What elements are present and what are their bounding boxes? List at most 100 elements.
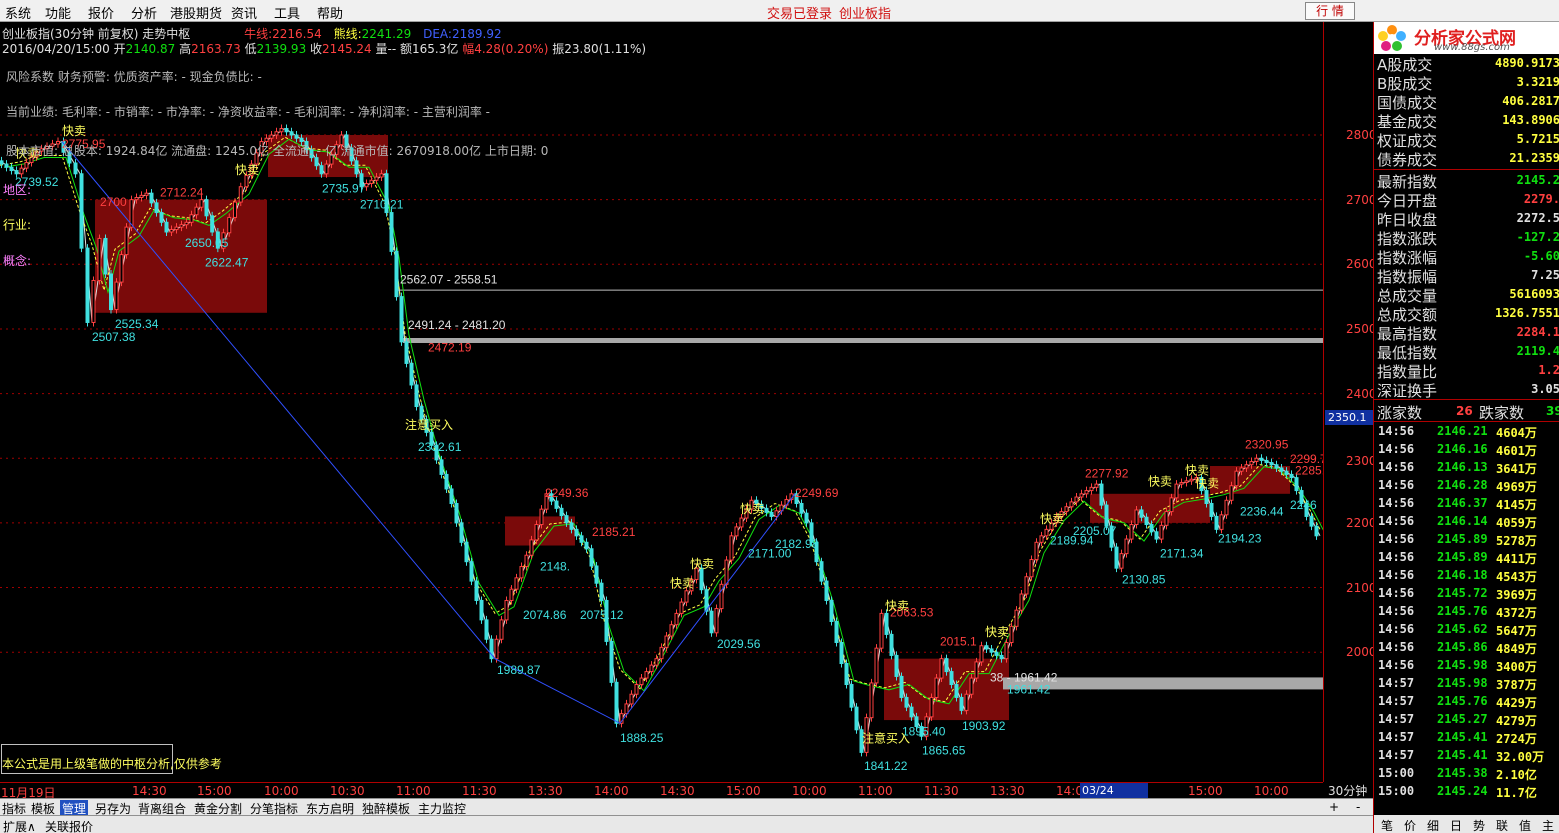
candle-body bbox=[1124, 538, 1129, 555]
high-price-label: 2277.92 bbox=[1085, 467, 1129, 481]
sell-signal-label: 快卖 bbox=[740, 502, 764, 516]
candle-body bbox=[1079, 493, 1084, 498]
candle-body bbox=[834, 620, 839, 644]
low-price-label: 2650.05 bbox=[185, 236, 229, 250]
menu-analysis[interactable]: 分析 bbox=[131, 3, 157, 22]
concept-label: 概念: bbox=[3, 254, 32, 268]
zone-range-label: 38 - 1961.42 bbox=[990, 670, 1058, 684]
right-tab[interactable]: 主 bbox=[1542, 817, 1554, 833]
chart-canvas: 2739.522525.342507.382622.472650.052735.… bbox=[0, 124, 1323, 773]
tick-volume: 4604万 bbox=[1496, 426, 1537, 440]
candle-body bbox=[909, 706, 914, 718]
tick-price: 2145.41 bbox=[1437, 730, 1488, 744]
menu-hk-futures[interactable]: 港股期货 bbox=[170, 3, 222, 22]
right-tab[interactable]: 细 bbox=[1427, 817, 1439, 833]
menu-quote[interactable]: 报价 bbox=[88, 3, 114, 22]
candle-body bbox=[644, 671, 649, 679]
stat-value: 143.8906 bbox=[1502, 113, 1559, 127]
time-tick: 11:30 bbox=[462, 784, 497, 798]
low-value: 2139.93 bbox=[256, 42, 307, 56]
candle-body bbox=[569, 522, 574, 530]
index-stat-value: 5616093 bbox=[1509, 287, 1559, 301]
candle-body bbox=[149, 192, 154, 204]
candle-body bbox=[1214, 515, 1219, 530]
candle-body bbox=[679, 601, 684, 614]
tick-volume: 4601万 bbox=[1496, 444, 1537, 458]
right-tab[interactable]: 值 bbox=[1519, 817, 1531, 833]
zoom-in-button[interactable]: + bbox=[1329, 800, 1339, 814]
up-count-value: 26 bbox=[1456, 404, 1473, 418]
tick-time: 14:57 bbox=[1378, 748, 1415, 762]
candle-body bbox=[244, 174, 249, 188]
right-tab[interactable]: 日 bbox=[1450, 817, 1462, 833]
candle-body bbox=[1039, 535, 1044, 543]
candle-body bbox=[579, 535, 584, 543]
low-price-label: 2236.44 bbox=[1240, 505, 1284, 519]
tick-volume: 3787万 bbox=[1496, 678, 1537, 692]
menu-tools[interactable]: 工具 bbox=[274, 3, 300, 22]
tick-row: 14:57 2145.41 2724万 bbox=[1374, 730, 1559, 748]
candle-body bbox=[484, 619, 489, 640]
quote-toggle-button[interactable]: 行 情 bbox=[1305, 2, 1355, 20]
tick-time: 14:57 bbox=[1378, 712, 1415, 726]
menu-system[interactable]: 系统 bbox=[5, 3, 31, 22]
candle-body bbox=[839, 642, 844, 665]
stat-value: 5.7215 bbox=[1516, 132, 1559, 146]
candle-body bbox=[97, 237, 102, 281]
candle-body bbox=[819, 561, 824, 582]
candle-body bbox=[1174, 483, 1179, 499]
expand-button[interactable]: 扩展∧ bbox=[3, 818, 36, 833]
menu-function[interactable]: 功能 bbox=[45, 3, 71, 22]
time-cursor: 03/24 13:30 bbox=[1080, 783, 1148, 812]
index-stat-value: 2279. bbox=[1523, 192, 1559, 206]
menu-news[interactable]: 资讯 bbox=[231, 3, 257, 22]
candle-body bbox=[289, 131, 294, 136]
candle-body bbox=[664, 635, 669, 648]
stat-label: 债券成交 bbox=[1377, 151, 1438, 169]
stat-label: 国债成交 bbox=[1377, 94, 1438, 112]
candle-body bbox=[844, 663, 849, 686]
candle-body bbox=[233, 201, 237, 218]
candle-body bbox=[499, 619, 504, 640]
candle-body bbox=[1264, 459, 1269, 464]
time-tick: 14:30 bbox=[132, 784, 167, 798]
candle-body bbox=[659, 646, 664, 660]
tick-time: 14:56 bbox=[1378, 442, 1415, 456]
candle-body bbox=[1119, 553, 1124, 569]
candle-body bbox=[109, 273, 113, 311]
candle-body bbox=[269, 134, 274, 139]
candle-body bbox=[524, 554, 529, 568]
candle-body bbox=[639, 677, 644, 686]
candle-body bbox=[404, 341, 409, 364]
tick-price: 2145.72 bbox=[1437, 586, 1488, 600]
candle-body bbox=[379, 173, 384, 178]
stat-label: A股成交 bbox=[1377, 56, 1433, 74]
related-quote-button[interactable]: 关联报价 bbox=[45, 818, 93, 833]
candle-body bbox=[409, 362, 414, 386]
candle-body bbox=[184, 221, 189, 226]
zoom-out-button[interactable]: - bbox=[1356, 800, 1360, 814]
sell-signal-label: 快卖 bbox=[985, 625, 1009, 639]
period-selector[interactable]: 30分钟 bbox=[1323, 782, 1373, 798]
high-price-label: 2320.95 bbox=[1245, 438, 1289, 452]
candle-body bbox=[504, 599, 509, 621]
sell-signal-label: 快卖 bbox=[1185, 463, 1209, 477]
right-tab[interactable]: 势 bbox=[1473, 817, 1485, 833]
risk-info: 风险系数 财务预警: 优质资产率: - 现金负债比: - bbox=[6, 70, 262, 84]
niu-value: 2216.54 bbox=[272, 27, 322, 41]
zone-range-label: 2491.24 - 2481.20 bbox=[408, 318, 506, 332]
right-tab[interactable]: 联 bbox=[1496, 817, 1508, 833]
kline-chart[interactable]: 2739.52 2525.34 2507.38 2622.47 2650.05 2735.… bbox=[0, 22, 1323, 782]
high-price-label: 2249.69 bbox=[795, 486, 839, 500]
candle-body bbox=[394, 250, 399, 298]
menu-help[interactable]: 帮助 bbox=[317, 3, 343, 22]
right-tab[interactable]: 价 bbox=[1404, 817, 1416, 833]
right-tab[interactable]: 笔 bbox=[1381, 817, 1393, 833]
industry-label: 行业: bbox=[3, 218, 32, 232]
tick-time: 15:00 bbox=[1378, 784, 1415, 798]
candle-body bbox=[719, 583, 724, 610]
tick-price: 2146.37 bbox=[1437, 496, 1488, 510]
candle-body bbox=[674, 612, 679, 626]
candle-body bbox=[124, 226, 129, 256]
advance-decline: 涨家数 26 跌家数 39 bbox=[1374, 401, 1559, 422]
